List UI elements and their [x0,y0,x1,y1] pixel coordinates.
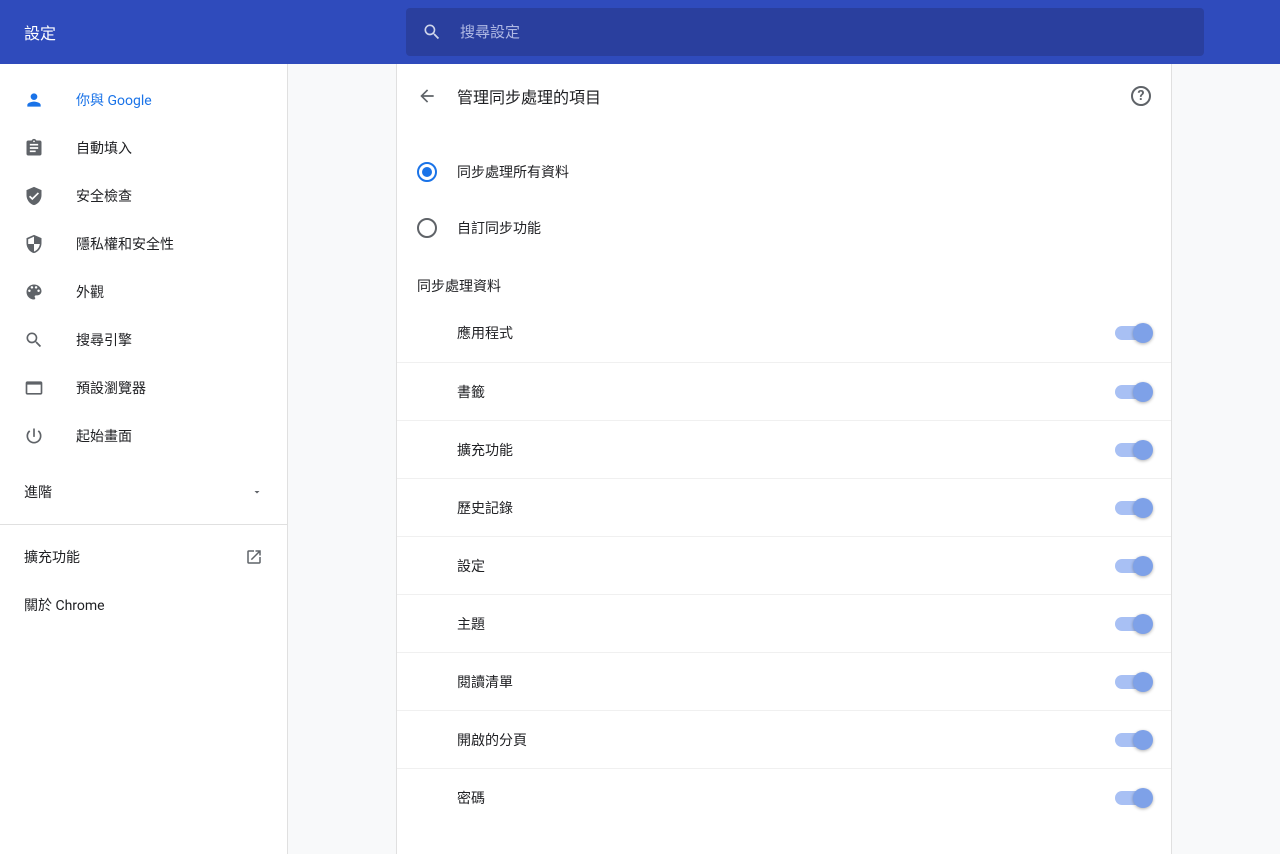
sidebar-advanced[interactable]: 進階 [0,468,287,516]
radio-custom-sync[interactable]: 自訂同步功能 [397,200,1171,256]
toggle-row: 密碼 [397,768,1171,826]
sidebar-item-label: 自動填入 [76,138,132,158]
sidebar-item-label: 安全檢查 [76,186,132,206]
sidebar-item-privacy-security[interactable]: 隱私權和安全性 [0,220,287,268]
toggle-switch[interactable] [1115,675,1151,689]
sidebar-item-label: 隱私權和安全性 [76,234,174,254]
search-input[interactable] [460,23,1188,41]
radio-icon [417,218,437,238]
toggle-row: 書籤 [397,362,1171,420]
toggle-label: 主題 [457,614,485,634]
toggle-row: 設定 [397,536,1171,594]
shield-check-icon [24,186,44,206]
app-title: 設定 [24,20,56,44]
toggle-row: 應用程式 [397,304,1171,362]
toggle-label: 應用程式 [457,323,513,343]
search-icon [422,22,442,42]
toggle-switch[interactable] [1115,501,1151,515]
toggle-label: 開啟的分頁 [457,730,527,750]
toggle-row: 開啟的分頁 [397,710,1171,768]
power-icon [24,426,44,446]
panel-title: 管理同步處理的項目 [457,84,1131,108]
toggle-switch[interactable] [1115,443,1151,457]
sidebar-item-default-browser[interactable]: 預設瀏覽器 [0,364,287,412]
sidebar-item-label: 起始畫面 [76,426,132,446]
sidebar-item-label: 搜尋引擎 [76,330,132,350]
section-title: 同步處理資料 [397,256,1171,304]
palette-icon [24,282,44,302]
sidebar-item-you-and-google[interactable]: 你與 Google [0,76,287,124]
toggle-label: 密碼 [457,788,485,808]
toggle-switch[interactable] [1115,326,1151,340]
divider [0,524,287,525]
app-header: 設定 [0,0,1280,64]
browser-icon [24,378,44,398]
toggle-label: 擴充功能 [457,440,513,460]
sidebar: 你與 Google 自動填入 安全檢查 隱私權和安全性 外觀 搜尋引擎 預設瀏覽… [0,64,288,854]
sidebar-item-label: 外觀 [76,282,104,302]
sidebar-item-safety-check[interactable]: 安全檢查 [0,172,287,220]
toggle-label: 閱讀清單 [457,672,513,692]
sidebar-item-search-engine[interactable]: 搜尋引擎 [0,316,287,364]
toggle-row: 閱讀清單 [397,652,1171,710]
sidebar-item-appearance[interactable]: 外觀 [0,268,287,316]
toggle-switch[interactable] [1115,559,1151,573]
external-link-icon [245,548,263,566]
search-icon [24,330,44,350]
toggle-row: 歷史記錄 [397,478,1171,536]
radio-label: 同步處理所有資料 [457,162,569,182]
toggle-switch[interactable] [1115,733,1151,747]
search-box[interactable] [406,8,1204,56]
main-area: 管理同步處理的項目 ? 同步處理所有資料 自訂同步功能 同步處理資料 應用程式書… [288,64,1280,854]
radio-sync-everything[interactable]: 同步處理所有資料 [397,144,1171,200]
sidebar-item-label: 預設瀏覽器 [76,378,146,398]
toggle-label: 書籤 [457,382,485,402]
sidebar-link-label: 擴充功能 [24,547,80,567]
toggle-row: 擴充功能 [397,420,1171,478]
sidebar-item-autofill[interactable]: 自動填入 [0,124,287,172]
toggle-label: 歷史記錄 [457,498,513,518]
settings-panel: 管理同步處理的項目 ? 同步處理所有資料 自訂同步功能 同步處理資料 應用程式書… [396,64,1172,854]
toggle-label: 設定 [457,556,485,576]
toggle-switch[interactable] [1115,385,1151,399]
help-icon[interactable]: ? [1131,86,1151,106]
sidebar-link-extensions[interactable]: 擴充功能 [0,533,287,581]
sidebar-link-about[interactable]: 關於 Chrome [0,581,287,629]
toggle-row: 主題 [397,594,1171,652]
toggle-switch[interactable] [1115,791,1151,805]
sidebar-advanced-label: 進階 [24,482,52,502]
person-icon [24,90,44,110]
sidebar-item-on-startup[interactable]: 起始畫面 [0,412,287,460]
radio-label: 自訂同步功能 [457,218,541,238]
sidebar-item-label: 你與 Google [76,90,152,110]
clipboard-icon [24,138,44,158]
sidebar-link-label: 關於 Chrome [24,595,105,615]
radio-icon [417,162,437,182]
panel-header: 管理同步處理的項目 ? [397,64,1171,128]
back-arrow-icon[interactable] [417,86,437,106]
chevron-down-icon [251,486,263,498]
toggle-switch[interactable] [1115,617,1151,631]
shield-icon [24,234,44,254]
